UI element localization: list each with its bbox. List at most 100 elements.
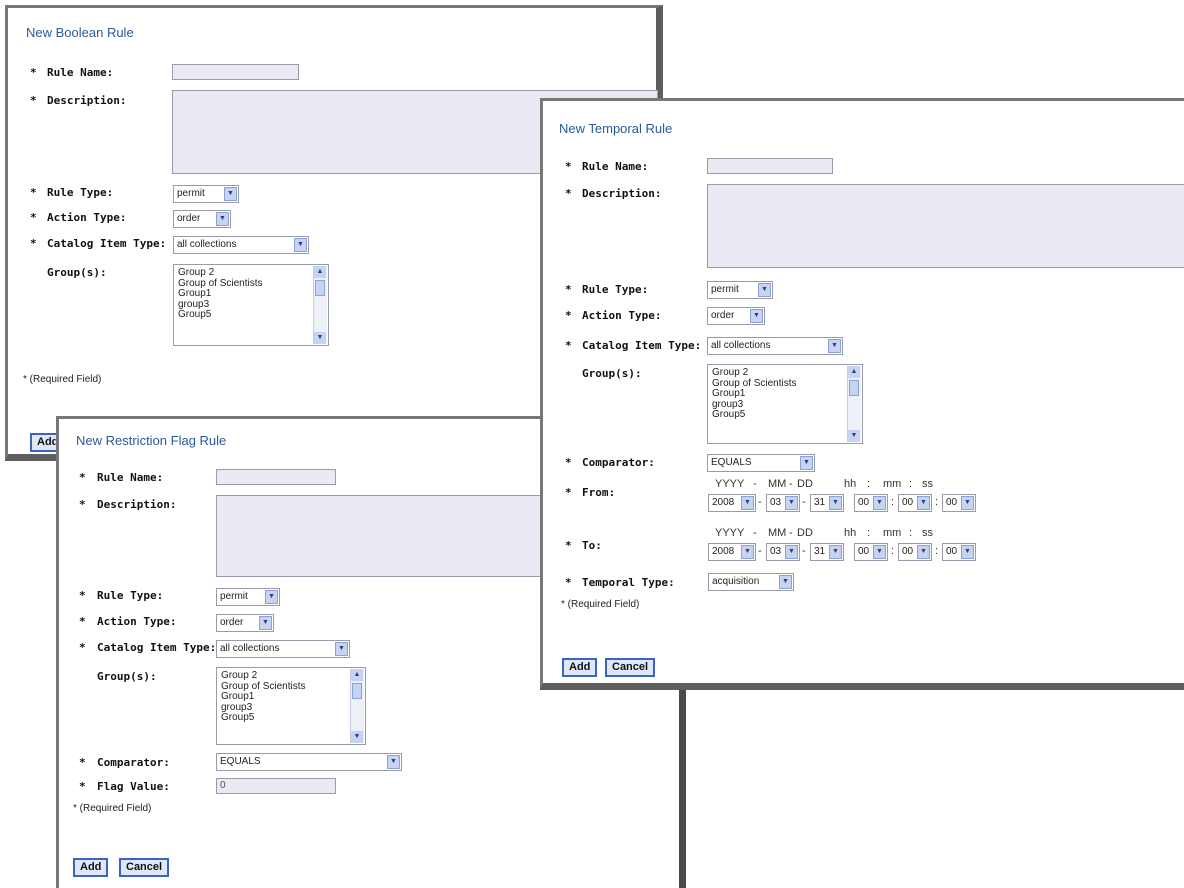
chevron-down-icon[interactable]: ▼ <box>873 496 886 510</box>
groups-listbox[interactable]: Group 2 Group of Scientists Group1 group… <box>707 364 863 444</box>
scroll-thumb[interactable] <box>315 280 325 296</box>
comparator-select[interactable]: EQUALS ▼ <box>216 753 402 771</box>
colon-separator: : <box>891 496 895 508</box>
chevron-down-icon[interactable]: ▼ <box>785 545 798 559</box>
groups-listbox[interactable]: Group 2 Group of Scientists Group1 group… <box>216 667 366 745</box>
list-item[interactable]: Group 2 <box>178 267 262 279</box>
listbox-scrollbar[interactable]: ▲ ▼ <box>350 669 364 743</box>
chevron-down-icon[interactable]: ▼ <box>224 187 237 201</box>
colon-separator: : <box>867 527 871 539</box>
scroll-down-icon[interactable]: ▼ <box>314 332 326 344</box>
listbox-scrollbar[interactable]: ▲ ▼ <box>847 366 861 442</box>
required-field-note: * (Required Field) <box>73 803 152 814</box>
rule-type-value: permit <box>177 188 205 199</box>
chevron-down-icon[interactable]: ▼ <box>216 212 229 226</box>
groups-label: Group(s): <box>47 266 107 279</box>
list-item[interactable]: Group 2 <box>712 367 796 379</box>
hour-header: hh <box>844 527 857 539</box>
action-type-select[interactable]: order ▼ <box>173 210 231 228</box>
from-minute-select[interactable]: 00 ▼ <box>898 494 932 512</box>
list-item[interactable]: Group5 <box>178 309 262 321</box>
from-day-select[interactable]: 31 ▼ <box>810 494 844 512</box>
scroll-up-icon[interactable]: ▲ <box>351 669 363 681</box>
action-type-select[interactable]: order ▼ <box>216 614 274 632</box>
chevron-down-icon[interactable]: ▼ <box>800 456 813 470</box>
catalog-item-type-value: all collections <box>177 239 237 250</box>
chevron-down-icon[interactable]: ▼ <box>758 283 771 297</box>
cancel-button[interactable]: Cancel <box>605 658 656 677</box>
scroll-up-icon[interactable]: ▲ <box>848 366 860 378</box>
required-marker: * <box>30 94 37 107</box>
groups-listbox[interactable]: Group 2 Group of Scientists Group1 group… <box>173 264 329 346</box>
comparator-select[interactable]: EQUALS ▼ <box>707 454 815 472</box>
chevron-down-icon[interactable]: ▼ <box>961 496 974 510</box>
to-second-select[interactable]: 00 ▼ <box>942 543 976 561</box>
catalog-item-type-select[interactable]: all collections ▼ <box>707 337 843 355</box>
chevron-down-icon[interactable]: ▼ <box>873 545 886 559</box>
temporal-type-select[interactable]: acquisition ▼ <box>708 573 794 591</box>
rule-name-input[interactable] <box>216 469 336 485</box>
add-button[interactable]: Add <box>562 658 598 677</box>
dash-separator: - <box>789 527 793 539</box>
chevron-down-icon[interactable]: ▼ <box>750 309 763 323</box>
action-type-select[interactable]: order ▼ <box>707 307 765 325</box>
rule-type-label: Rule Type: <box>97 589 164 602</box>
chevron-down-icon[interactable]: ▼ <box>785 496 798 510</box>
list-item[interactable]: Group1 <box>712 388 796 400</box>
catalog-item-type-select[interactable]: all collections ▼ <box>173 236 309 254</box>
flag-value-input[interactable]: 0 <box>216 778 336 794</box>
chevron-down-icon[interactable]: ▼ <box>294 238 307 252</box>
from-hour-select[interactable]: 00 ▼ <box>854 494 888 512</box>
required-marker: * <box>565 486 572 499</box>
rule-type-select[interactable]: permit ▼ <box>707 281 773 299</box>
to-month-select[interactable]: 03 ▼ <box>766 543 800 561</box>
scroll-down-icon[interactable]: ▼ <box>848 430 860 442</box>
list-item[interactable]: Group 2 <box>221 670 305 682</box>
list-item[interactable]: Group1 <box>221 691 305 703</box>
scroll-up-icon[interactable]: ▲ <box>314 266 326 278</box>
add-button[interactable]: Add <box>73 858 109 877</box>
panel-title: New Boolean Rule <box>26 25 134 40</box>
chevron-down-icon[interactable]: ▼ <box>779 575 792 589</box>
from-second-select[interactable]: 00 ▼ <box>942 494 976 512</box>
chevron-down-icon[interactable]: ▼ <box>741 496 754 510</box>
scroll-down-icon[interactable]: ▼ <box>351 731 363 743</box>
rule-name-input[interactable] <box>172 64 299 80</box>
second-header: ss <box>922 527 933 539</box>
chevron-down-icon[interactable]: ▼ <box>335 642 348 656</box>
from-year-select[interactable]: 2008 ▼ <box>708 494 756 512</box>
scroll-thumb[interactable] <box>352 683 362 699</box>
action-type-value: order <box>711 310 735 321</box>
chevron-down-icon[interactable]: ▼ <box>829 545 842 559</box>
rule-name-input[interactable] <box>707 158 833 174</box>
to-day-select[interactable]: 31 ▼ <box>810 543 844 561</box>
chevron-down-icon[interactable]: ▼ <box>829 496 842 510</box>
list-item[interactable]: Group5 <box>221 712 305 724</box>
from-month-select[interactable]: 03 ▼ <box>766 494 800 512</box>
comparator-label: Comparator: <box>582 456 655 469</box>
rule-type-select[interactable]: permit ▼ <box>173 185 239 203</box>
cancel-button[interactable]: Cancel <box>119 858 170 877</box>
to-minute-select[interactable]: 00 ▼ <box>898 543 932 561</box>
chevron-down-icon[interactable]: ▼ <box>961 545 974 559</box>
chevron-down-icon[interactable]: ▼ <box>259 616 272 630</box>
chevron-down-icon[interactable]: ▼ <box>387 755 400 769</box>
to-month-value: 03 <box>770 546 782 557</box>
chevron-down-icon[interactable]: ▼ <box>828 339 841 353</box>
rule-type-select[interactable]: permit ▼ <box>216 588 280 606</box>
to-hour-select[interactable]: 00 ▼ <box>854 543 888 561</box>
description-textarea[interactable] <box>707 184 1184 268</box>
rule-type-value: permit <box>711 284 739 295</box>
to-year-select[interactable]: 2008 ▼ <box>708 543 756 561</box>
chevron-down-icon[interactable]: ▼ <box>917 545 930 559</box>
scroll-thumb[interactable] <box>849 380 859 396</box>
listbox-scrollbar[interactable]: ▲ ▼ <box>313 266 327 344</box>
chevron-down-icon[interactable]: ▼ <box>917 496 930 510</box>
chevron-down-icon[interactable]: ▼ <box>265 590 278 604</box>
temporal-type-label: Temporal Type: <box>582 576 675 589</box>
catalog-item-type-select[interactable]: all collections ▼ <box>216 640 350 658</box>
list-item[interactable]: Group1 <box>178 288 262 300</box>
chevron-down-icon[interactable]: ▼ <box>741 545 754 559</box>
list-item[interactable]: Group5 <box>712 409 796 421</box>
catalog-item-type-label: Catalog Item Type: <box>97 641 217 654</box>
